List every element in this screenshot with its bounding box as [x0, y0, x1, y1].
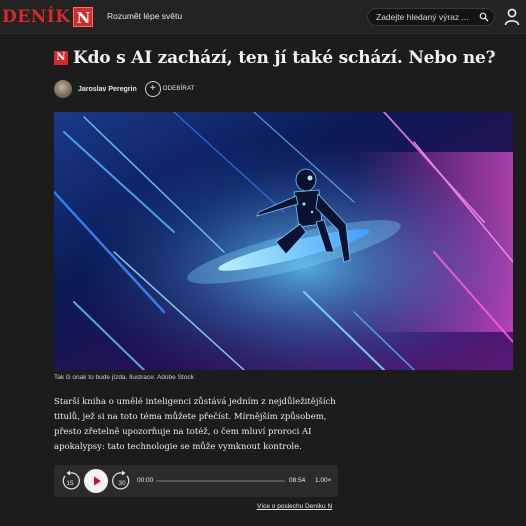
- title-badge: N: [54, 51, 68, 65]
- follow-button[interactable]: + ODEBÍRAT: [144, 81, 195, 97]
- progress-bar[interactable]: [156, 480, 285, 482]
- top-bar: DENÍK N Rozumět lépe světu Zadejte hleda…: [0, 0, 526, 34]
- avatar[interactable]: [54, 80, 72, 98]
- forward-30-icon[interactable]: 30: [112, 470, 132, 492]
- playback-speed[interactable]: 1.00×: [315, 477, 331, 484]
- image-caption: Tak či onak to bude jízda. Ilustrace: Ad…: [54, 374, 194, 381]
- site-logo[interactable]: DENÍK N: [2, 6, 94, 28]
- user-icon[interactable]: [503, 7, 521, 27]
- audio-player: 15 30 00:00 08:54 1.00×: [54, 465, 338, 497]
- surfer-illustration: [54, 112, 513, 370]
- article-title-row: N Kdo s AI zachází, ten jí také schází. …: [54, 48, 496, 68]
- article-lead: Starší kniha o umělé inteligenci zůstává…: [54, 397, 336, 452]
- search-icon[interactable]: [479, 12, 489, 22]
- forward-label: 30: [118, 480, 126, 487]
- rewind-15-icon[interactable]: 15: [60, 470, 80, 492]
- plus-icon: +: [144, 81, 161, 97]
- play-button[interactable]: [84, 469, 108, 493]
- play-icon: [94, 476, 101, 486]
- current-time: 00:00: [137, 477, 154, 484]
- rewind-label: 15: [66, 480, 74, 487]
- author-row: Jaroslav Peregrin + ODEBÍRAT: [54, 80, 195, 98]
- author-name[interactable]: Jaroslav Peregrin: [78, 86, 137, 93]
- search-box[interactable]: Zadejte hledaný výraz ...: [367, 8, 495, 26]
- logo-text: DENÍK: [2, 7, 71, 27]
- search-input[interactable]: Zadejte hledaný výraz ...: [376, 12, 469, 22]
- follow-label: ODEBÍRAT: [162, 86, 195, 92]
- audio-info-link[interactable]: Více o poslechu Deníku N: [257, 503, 332, 510]
- duration: 08:54: [289, 477, 306, 484]
- page-title: Kdo s AI zachází, ten jí také schází. Ne…: [73, 48, 496, 68]
- site-tagline: Rozumět lépe světu: [107, 11, 183, 21]
- hero-image: [54, 112, 513, 370]
- logo-badge: N: [73, 7, 94, 27]
